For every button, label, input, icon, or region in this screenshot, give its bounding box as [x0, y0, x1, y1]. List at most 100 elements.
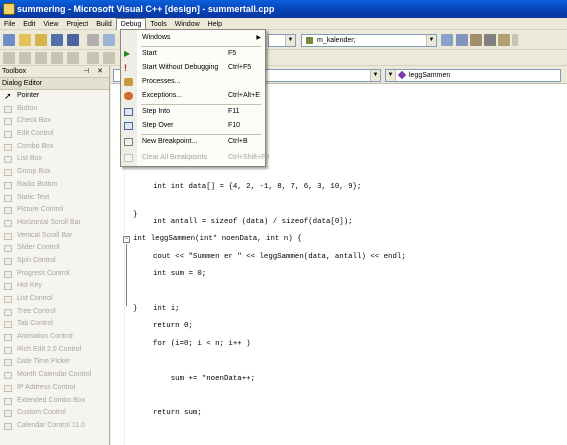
toolbox-item-pointer[interactable]: ➚ Pointer [0, 90, 109, 103]
new-project-icon[interactable] [3, 34, 15, 46]
menu-item-start-without-debugging[interactable]: ! Start Without Debugging Ctrl+F5 [121, 61, 265, 75]
processes-icon [124, 78, 133, 86]
title-bar: summering - Microsoft Visual C++ [design… [0, 0, 567, 18]
tab-control-icon [4, 321, 12, 329]
hot-key-icon [4, 283, 12, 291]
code-line-sum-add: sum += *noenData++; [153, 374, 256, 383]
toolbox-item-list-control[interactable]: List Control [0, 293, 109, 306]
menu-item-step-into[interactable]: Step Into F11 [121, 105, 265, 119]
code-line-return-sum: return sum; [153, 409, 202, 418]
properties-icon[interactable] [470, 34, 482, 46]
visual-cpp-window: summering - Microsoft Visual C++ [design… [0, 0, 567, 445]
toolbox-item-combo-box[interactable]: Combo Box [0, 141, 109, 154]
breakpoint-icon [124, 138, 133, 146]
toolbar-options-icon[interactable] [512, 34, 518, 46]
menu-item-windows[interactable]: Windows ▶ [121, 31, 265, 45]
copy-icon[interactable] [103, 34, 115, 46]
menu-item-new-breakpoint[interactable]: New Breakpoint... Ctrl+B [121, 135, 265, 149]
code-line-data: int data[] = {4, 2, -1, 8, 7, 6, 3, 10, … [170, 183, 362, 192]
solution-config-combo[interactable]: ▼ [268, 34, 296, 47]
month-calendar-icon [4, 372, 12, 380]
toolbox-item-animation-control[interactable]: Animation Control [0, 331, 109, 344]
fold-line [126, 244, 127, 306]
code-line-sum: int sum = 0; [153, 270, 207, 279]
tools-icon[interactable] [484, 34, 496, 46]
toolbox-item-horizontal-scroll-bar[interactable]: Horizontal Scroll Bar [0, 217, 109, 230]
text-icon[interactable] [51, 52, 63, 64]
toolbox-item-radio-button[interactable]: Radio Button [0, 179, 109, 192]
check-box-icon [4, 118, 12, 126]
menu-file[interactable]: File [0, 19, 19, 31]
toolbox-pin-close-buttons[interactable]: ⊣ ✕ [83, 66, 106, 78]
save-all-icon[interactable] [67, 34, 79, 46]
standard-toolbar: ▼ m_kalender; ▼ [0, 31, 567, 50]
exclamation-icon: ! [124, 63, 127, 73]
toolbox-icon[interactable] [498, 34, 510, 46]
toolbox-item-picture-control[interactable]: Picture Control [0, 204, 109, 217]
spin-control-icon [4, 257, 12, 265]
open-folder-icon[interactable] [35, 34, 47, 46]
toolbox-item-vertical-scroll-bar[interactable]: Vertical Scroll Bar [0, 230, 109, 243]
solution-explorer-icon[interactable] [456, 34, 468, 46]
menu-view[interactable]: View [39, 19, 62, 31]
toolbox-item-progress-control[interactable]: Progress Control [0, 268, 109, 281]
menu-item-start[interactable]: ▶ Start F5 [121, 47, 265, 61]
function-close-brace: } [133, 305, 138, 313]
member-combo[interactable]: ▼ leggSammen [385, 69, 561, 82]
date-time-picker-icon [4, 359, 12, 367]
toolbox-item-button[interactable]: Button [0, 103, 109, 116]
picture-control-icon [4, 207, 12, 215]
toolbox-item-month-calendar-control[interactable]: Month Calendar Control [0, 369, 109, 382]
ip-address-icon [4, 384, 12, 392]
menu-project[interactable]: Project [62, 19, 92, 31]
toolbox-item-custom-control[interactable]: Custom Control [0, 407, 109, 420]
group-box-icon [4, 169, 12, 177]
grid-icon[interactable] [67, 52, 79, 64]
cut-icon[interactable] [87, 34, 99, 46]
find-icon[interactable] [441, 34, 453, 46]
layout-icon[interactable] [103, 52, 115, 64]
chevron-down-icon: ▼ [386, 70, 396, 81]
class-combo[interactable]: m_kalender; ▼ [301, 34, 437, 47]
fold-collapse-icon[interactable]: − [123, 236, 130, 243]
size-icon[interactable] [87, 52, 99, 64]
menu-item-clear-all-breakpoints[interactable]: Clear All Breakpoints Ctrl+Shift+F9 [121, 151, 269, 165]
list-control-icon [4, 296, 12, 303]
toolbox-item-tab-control[interactable]: Tab Control [0, 318, 109, 331]
toolbox-item-extended-combo-box[interactable]: Extended Combo Box [0, 395, 109, 408]
edit-control-icon [4, 131, 12, 139]
tree-control-icon [4, 308, 12, 316]
toolbox-item-ip-address-control[interactable]: IP Address Control [0, 382, 109, 395]
toolbox-item-tree-control[interactable]: Tree Control [0, 306, 109, 319]
window-title: summering - Microsoft Visual C++ [design… [17, 4, 275, 14]
toolbox-item-calendar-control[interactable]: Calendar Control 11.0 [0, 420, 109, 433]
toolbox-item-check-box[interactable]: Check Box [0, 115, 109, 128]
align-icon[interactable] [3, 52, 15, 64]
toolbox-section-dialog-editor[interactable]: Dialog Editor [0, 78, 109, 90]
menu-build[interactable]: Build [92, 19, 116, 31]
align-center-icon[interactable] [19, 52, 31, 64]
start-icon: ▶ [124, 49, 131, 58]
toolbox-item-slider-control[interactable]: Slider Control [0, 242, 109, 255]
menu-item-processes[interactable]: Processes... [121, 75, 265, 89]
toolbox-item-static-text[interactable]: Static Text [0, 192, 109, 205]
format-icon[interactable] [35, 52, 47, 64]
toolbox-panel: Toolbox ⊣ ✕ Dialog Editor ➚ Pointer Butto… [0, 66, 110, 445]
open-icon[interactable] [19, 34, 31, 46]
menu-item-step-over[interactable]: Step Over F10 [121, 119, 265, 133]
chevron-down-icon: ▼ [426, 35, 436, 46]
button-icon [4, 105, 12, 113]
save-icon[interactable] [51, 34, 63, 46]
toolbox-item-hot-key[interactable]: Hot Key [0, 280, 109, 293]
toolbox-item-group-box[interactable]: Group Box [0, 166, 109, 179]
toolbox-item-edit-control[interactable]: Edit Control [0, 128, 109, 141]
menu-item-exceptions[interactable]: Exceptions... Ctrl+Alt+E [121, 89, 265, 103]
toolbox-item-rich-edit-control[interactable]: Rich Edit 2.0 Control [0, 344, 109, 357]
function-body: int sum = 0; int i; for (i=0; i < n; i++… [153, 246, 255, 443]
toolbox-item-list-box[interactable]: List Box [0, 153, 109, 166]
menu-edit[interactable]: Edit [19, 19, 39, 31]
toolbox-item-date-time-picker[interactable]: Date Time Picker [0, 356, 109, 369]
debug-menu-dropdown: Windows ▶ ▶ Start F5 ! Start Without Deb… [120, 29, 269, 167]
toolbox-item-spin-control[interactable]: Spin Control [0, 255, 109, 268]
app-icon [3, 3, 15, 15]
